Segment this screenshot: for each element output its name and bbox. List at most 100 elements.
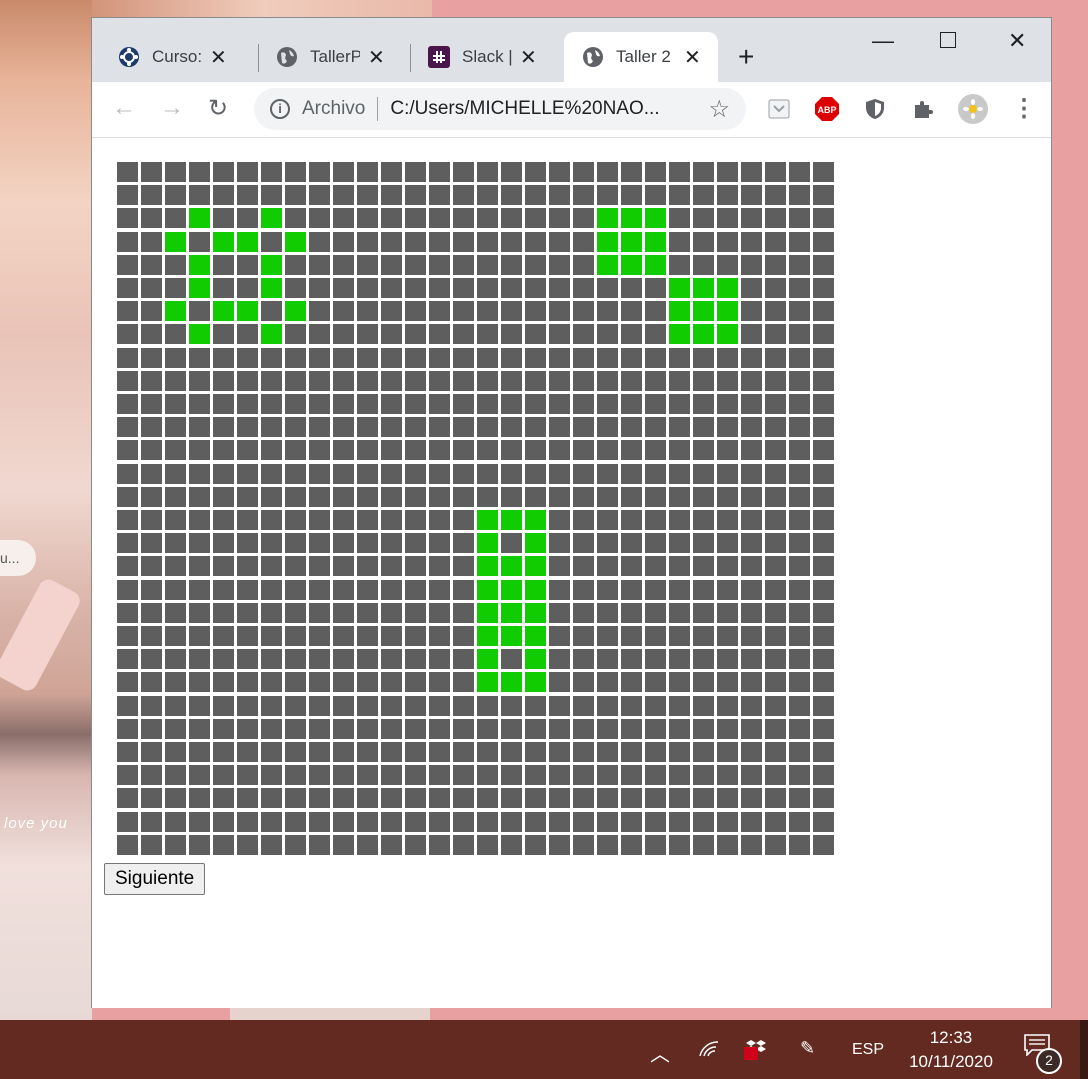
grid-cell[interactable] bbox=[453, 162, 474, 182]
grid-cell[interactable] bbox=[117, 556, 138, 576]
grid-cell[interactable] bbox=[309, 208, 330, 228]
grid-cell[interactable] bbox=[141, 765, 162, 785]
grid-cell[interactable] bbox=[693, 742, 714, 762]
grid-cell[interactable] bbox=[405, 835, 426, 855]
grid-cell[interactable] bbox=[789, 533, 810, 553]
grid-cell-alive[interactable] bbox=[669, 301, 690, 321]
grid-cell[interactable] bbox=[405, 626, 426, 646]
grid-cell[interactable] bbox=[717, 185, 738, 205]
grid-cell[interactable] bbox=[669, 835, 690, 855]
grid-cell[interactable] bbox=[213, 626, 234, 646]
grid-cell[interactable] bbox=[717, 835, 738, 855]
grid-cell[interactable] bbox=[813, 255, 834, 275]
grid-cell[interactable] bbox=[717, 533, 738, 553]
grid-cell[interactable] bbox=[261, 626, 282, 646]
grid-cell[interactable] bbox=[741, 719, 762, 739]
grid-cell[interactable] bbox=[501, 742, 522, 762]
grid-cell[interactable] bbox=[693, 417, 714, 437]
grid-cell[interactable] bbox=[525, 812, 546, 832]
grid-cell[interactable] bbox=[381, 788, 402, 808]
grid-cell[interactable] bbox=[285, 487, 306, 507]
grid-cell[interactable] bbox=[477, 417, 498, 437]
wifi-icon[interactable] bbox=[698, 1038, 720, 1063]
new-tab-icon[interactable]: + bbox=[738, 41, 754, 73]
grid-cell[interactable] bbox=[717, 742, 738, 762]
grid-cell[interactable] bbox=[597, 719, 618, 739]
grid-cell[interactable] bbox=[381, 487, 402, 507]
grid-cell[interactable] bbox=[693, 696, 714, 716]
grid-cell[interactable] bbox=[405, 301, 426, 321]
grid-cell[interactable] bbox=[333, 719, 354, 739]
grid-cell[interactable] bbox=[429, 603, 450, 623]
grid-cell[interactable] bbox=[261, 719, 282, 739]
grid-cell[interactable] bbox=[285, 533, 306, 553]
grid-cell[interactable] bbox=[789, 162, 810, 182]
grid-cell[interactable] bbox=[549, 742, 570, 762]
grid-cell[interactable] bbox=[213, 348, 234, 368]
grid-cell[interactable] bbox=[813, 301, 834, 321]
grid-cell[interactable] bbox=[285, 649, 306, 669]
grid-cell[interactable] bbox=[381, 696, 402, 716]
grid-cell[interactable] bbox=[765, 626, 786, 646]
grid-cell[interactable] bbox=[525, 788, 546, 808]
grid-cell[interactable] bbox=[189, 510, 210, 530]
grid-cell[interactable] bbox=[261, 301, 282, 321]
grid-cell[interactable] bbox=[213, 580, 234, 600]
grid-cell[interactable] bbox=[165, 812, 186, 832]
grid-cell[interactable] bbox=[717, 232, 738, 252]
grid-cell[interactable] bbox=[621, 580, 642, 600]
grid-cell[interactable] bbox=[645, 533, 666, 553]
grid-cell[interactable] bbox=[477, 788, 498, 808]
grid-cell[interactable] bbox=[669, 255, 690, 275]
grid-cell[interactable] bbox=[357, 232, 378, 252]
grid-cell[interactable] bbox=[213, 672, 234, 692]
grid-cell-alive[interactable] bbox=[645, 232, 666, 252]
grid-cell[interactable] bbox=[237, 788, 258, 808]
grid-cell[interactable] bbox=[189, 812, 210, 832]
grid-cell[interactable] bbox=[669, 788, 690, 808]
grid-cell[interactable] bbox=[549, 417, 570, 437]
grid-cell-alive[interactable] bbox=[597, 208, 618, 228]
grid-cell[interactable] bbox=[213, 603, 234, 623]
grid-cell[interactable] bbox=[501, 835, 522, 855]
grid-cell[interactable] bbox=[765, 533, 786, 553]
grid-cell[interactable] bbox=[789, 835, 810, 855]
grid-cell[interactable] bbox=[381, 626, 402, 646]
grid-cell[interactable] bbox=[621, 371, 642, 391]
grid-cell[interactable] bbox=[117, 696, 138, 716]
grid-cell-alive[interactable] bbox=[261, 278, 282, 298]
grid-cell[interactable] bbox=[525, 371, 546, 391]
grid-cell[interactable] bbox=[405, 440, 426, 460]
grid-cell[interactable] bbox=[645, 440, 666, 460]
grid-cell[interactable] bbox=[285, 626, 306, 646]
grid-cell[interactable] bbox=[261, 371, 282, 391]
grid-cell[interactable] bbox=[525, 394, 546, 414]
grid-cell[interactable] bbox=[597, 371, 618, 391]
grid-cell[interactable] bbox=[765, 255, 786, 275]
grid-cell[interactable] bbox=[765, 696, 786, 716]
grid-cell[interactable] bbox=[261, 162, 282, 182]
grid-cell[interactable] bbox=[357, 719, 378, 739]
grid-cell[interactable] bbox=[285, 672, 306, 692]
grid-cell[interactable] bbox=[741, 324, 762, 344]
grid-cell[interactable] bbox=[693, 835, 714, 855]
grid-cell[interactable] bbox=[621, 765, 642, 785]
grid-cell-alive[interactable] bbox=[621, 208, 642, 228]
grid-cell[interactable] bbox=[429, 371, 450, 391]
grid-cell[interactable] bbox=[789, 208, 810, 228]
grid-cell[interactable] bbox=[333, 603, 354, 623]
grid-cell[interactable] bbox=[477, 487, 498, 507]
grid-cell[interactable] bbox=[261, 464, 282, 484]
grid-cell[interactable] bbox=[381, 185, 402, 205]
grid-cell[interactable] bbox=[597, 812, 618, 832]
grid-cell-alive[interactable] bbox=[477, 580, 498, 600]
grid-cell[interactable] bbox=[189, 626, 210, 646]
grid-cell[interactable] bbox=[477, 255, 498, 275]
grid-cell[interactable] bbox=[693, 464, 714, 484]
grid-cell[interactable] bbox=[429, 487, 450, 507]
grid-cell[interactable] bbox=[333, 371, 354, 391]
grid-cell[interactable] bbox=[237, 580, 258, 600]
grid-cell[interactable] bbox=[405, 394, 426, 414]
grid-cell[interactable] bbox=[165, 788, 186, 808]
grid-cell[interactable] bbox=[117, 440, 138, 460]
